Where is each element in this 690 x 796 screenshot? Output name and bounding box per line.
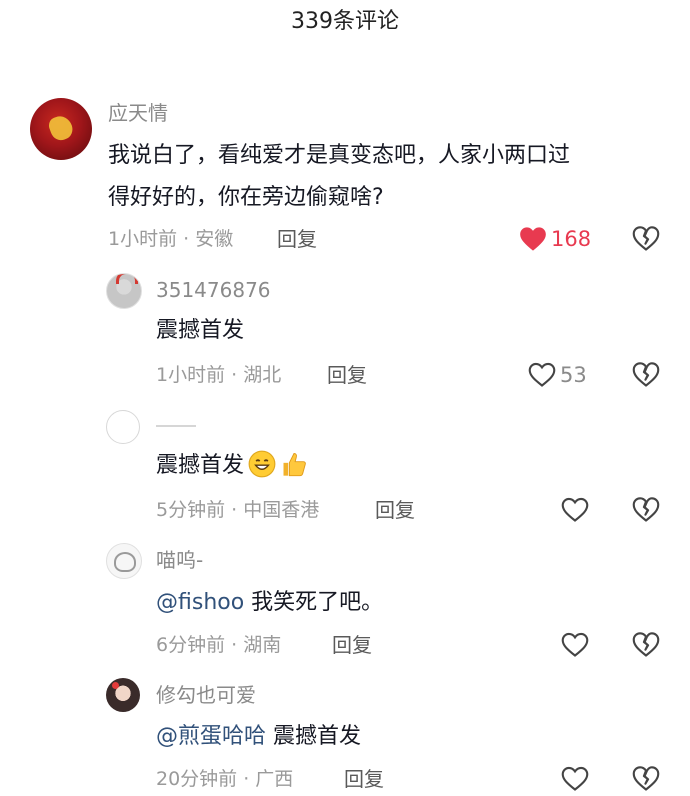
mention-link[interactable]: @煎蛋哈哈 bbox=[156, 724, 266, 749]
broken-heart-icon[interactable] bbox=[632, 631, 660, 659]
reply-meta: 20分钟前 · 广西 bbox=[156, 768, 294, 790]
reply-button[interactable]: 回复 bbox=[375, 496, 415, 524]
heart-icon bbox=[561, 766, 589, 792]
comment-username[interactable]: 应天情 bbox=[108, 99, 168, 127]
like-count: 168 bbox=[551, 227, 592, 251]
reply-text-content: 震撼首发 bbox=[266, 724, 362, 749]
like-button[interactable]: 53 bbox=[528, 360, 587, 390]
reply-username[interactable]: 351476876 bbox=[156, 276, 271, 304]
reply-meta: 6分钟前 · 湖南 bbox=[156, 634, 282, 656]
like-button[interactable] bbox=[561, 495, 589, 525]
heart-icon bbox=[528, 362, 556, 388]
avatar[interactable] bbox=[106, 543, 142, 579]
redacted-username bbox=[156, 425, 196, 427]
reply-button[interactable]: 回复 bbox=[277, 225, 317, 253]
comment-meta: 1小时前 · 安徽 bbox=[108, 228, 234, 250]
avatar[interactable] bbox=[30, 98, 92, 160]
heart-icon bbox=[561, 497, 589, 523]
reply-text: @煎蛋哈哈 震撼首发 bbox=[156, 720, 361, 754]
reply-button[interactable]: 回复 bbox=[344, 765, 384, 793]
mention-link[interactable]: @fishoo bbox=[156, 590, 244, 615]
reply-text: 震撼首发 bbox=[156, 449, 308, 483]
like-button[interactable]: 168 bbox=[519, 224, 591, 254]
reply-text: 震撼首发 bbox=[156, 318, 245, 343]
avatar[interactable] bbox=[106, 678, 140, 712]
broken-heart-icon[interactable] bbox=[632, 765, 660, 793]
reply-text: @fishoo 我笑死了吧。 bbox=[156, 586, 383, 620]
reply-text-content: 我笑死了吧。 bbox=[244, 590, 384, 615]
like-button[interactable] bbox=[561, 764, 589, 794]
reply-button[interactable]: 回复 bbox=[332, 631, 372, 659]
like-count: 53 bbox=[560, 363, 587, 387]
heart-icon bbox=[561, 632, 589, 658]
like-button[interactable] bbox=[561, 630, 589, 660]
comment-text-line2: 得好好的，你在旁边偷窥啥? bbox=[108, 185, 384, 210]
reply-meta: 1小时前 · 湖北 bbox=[156, 364, 282, 386]
reply-button[interactable]: 回复 bbox=[327, 361, 367, 389]
reply-text-content: 震撼首发 bbox=[156, 453, 245, 478]
thumbs-up-icon bbox=[280, 450, 308, 478]
reply-username[interactable]: 修勾也可爱 bbox=[156, 681, 256, 709]
reply-meta: 5分钟前 · 中国香港 bbox=[156, 499, 320, 521]
avatar[interactable] bbox=[106, 273, 142, 309]
comments-count-title: 339条评论 bbox=[291, 9, 399, 34]
grinning-face-icon bbox=[248, 450, 276, 478]
broken-heart-icon[interactable] bbox=[632, 496, 660, 524]
comment-text: 我说白了，看纯爱才是真变态吧，人家小两口过 bbox=[108, 143, 571, 168]
heart-icon bbox=[519, 226, 547, 252]
broken-heart-icon[interactable] bbox=[632, 361, 660, 389]
avatar[interactable] bbox=[106, 410, 140, 444]
reply-username[interactable]: 喵呜- bbox=[156, 546, 203, 574]
broken-heart-icon[interactable] bbox=[632, 225, 660, 253]
